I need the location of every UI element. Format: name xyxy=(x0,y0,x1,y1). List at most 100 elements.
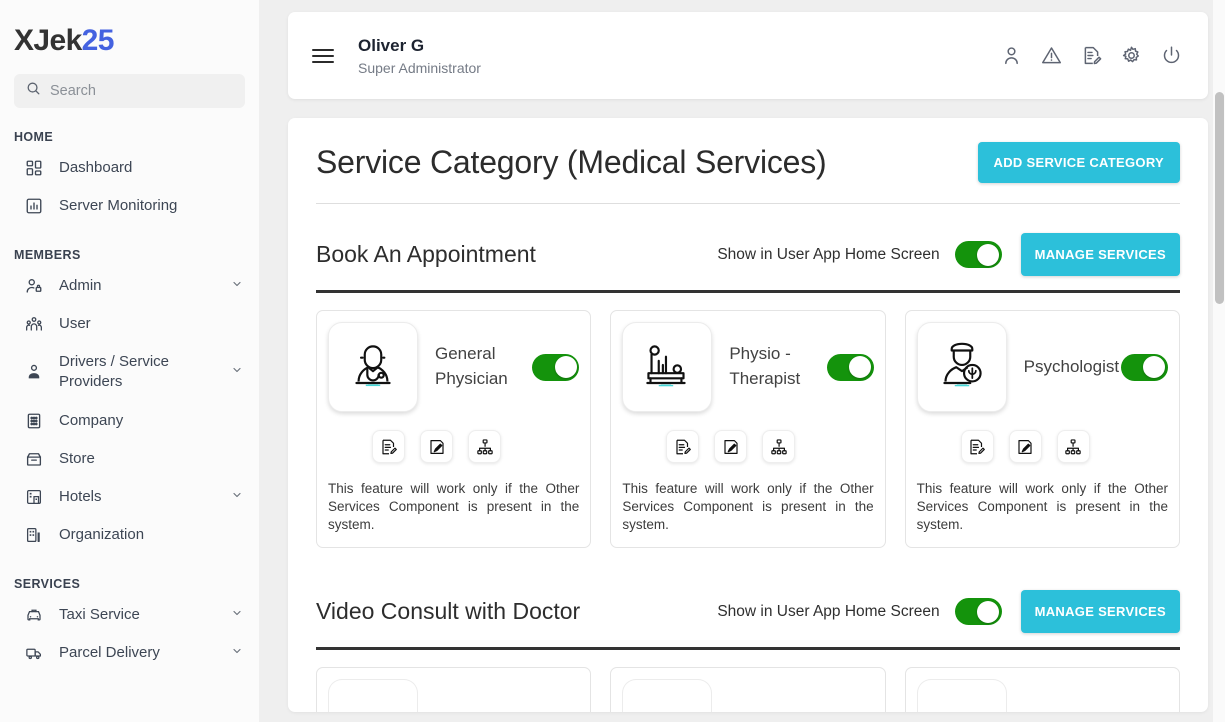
search-container xyxy=(0,56,259,108)
sidebar-item-taxi-service[interactable]: Taxi Service xyxy=(0,596,259,634)
service-card-note: This feature will work only if the Other… xyxy=(917,480,1168,534)
sidebar-item-label: Parcel Delivery xyxy=(59,643,216,663)
sidebar-item-store[interactable]: Store xyxy=(0,440,259,478)
add-service-category-button[interactable]: ADD SERVICE CATEGORY xyxy=(978,142,1180,183)
section-title: Book An Appointment xyxy=(316,241,536,268)
service-card[interactable]: General Physician xyxy=(316,310,591,548)
parcel-truck-icon xyxy=(24,644,44,662)
sidebar-item-dashboard[interactable]: Dashboard xyxy=(0,149,259,187)
document-list-edit-icon[interactable] xyxy=(372,430,405,463)
psychologist-psi-icon xyxy=(917,322,1007,412)
chevron-down-icon[interactable] xyxy=(231,487,243,507)
main-content: Oliver G Super Administrator xyxy=(259,0,1225,722)
service-card-header: Psychologist xyxy=(917,322,1168,412)
search-input[interactable] xyxy=(50,83,233,99)
dashboard-grid-icon xyxy=(24,159,44,177)
manage-services-button[interactable]: MANAGE SERVICES xyxy=(1021,233,1180,276)
show-in-home-screen-toggle[interactable] xyxy=(955,241,1002,268)
service-card[interactable] xyxy=(316,667,591,712)
store-shop-icon xyxy=(24,450,44,468)
driver-person-icon xyxy=(24,363,44,381)
service-card-toggle[interactable] xyxy=(1121,354,1168,381)
hotel-building-icon xyxy=(24,488,44,506)
show-in-home-screen-toggle[interactable] xyxy=(955,598,1002,625)
users-group-icon xyxy=(24,315,44,333)
service-card[interactable]: Psychologist xyxy=(905,310,1180,548)
service-card-note: This feature will work only if the Other… xyxy=(622,480,873,534)
section-divider xyxy=(316,290,1180,293)
hierarchy-sitemap-icon[interactable] xyxy=(762,430,795,463)
page-header: Service Category (Medical Services) ADD … xyxy=(316,142,1180,183)
service-card-header: General Physician xyxy=(328,322,579,412)
chevron-down-icon[interactable] xyxy=(231,362,243,382)
doctor-stethoscope-icon xyxy=(328,322,418,412)
sidebar-item-label: Company xyxy=(59,411,243,431)
alert-warning-icon[interactable] xyxy=(1041,45,1062,66)
toggle-knob xyxy=(555,356,577,378)
show-in-home-screen-label: Show in User App Home Screen xyxy=(717,246,939,264)
toggle-knob xyxy=(977,601,999,623)
nav-group-label-members: MEMBERS xyxy=(0,226,259,267)
file-pen-edit-icon[interactable] xyxy=(420,430,453,463)
hamburger-menu-icon[interactable] xyxy=(312,45,334,67)
topbar-actions xyxy=(1001,45,1182,66)
organization-building-icon xyxy=(24,526,44,544)
manage-services-button[interactable]: MANAGE SERVICES xyxy=(1021,590,1180,633)
taxi-car-icon xyxy=(24,606,44,624)
show-in-home-screen-label: Show in User App Home Screen xyxy=(717,603,939,621)
file-pen-edit-icon[interactable] xyxy=(714,430,747,463)
bar-chart-icon xyxy=(24,197,44,215)
app-logo[interactable]: XJek25 xyxy=(0,0,259,56)
admin-user-lock-icon xyxy=(24,277,44,295)
profile-icon[interactable] xyxy=(1001,45,1022,66)
logo-primary-text: XJek xyxy=(14,24,82,57)
sidebar: XJek25 HOME Dashboard xyxy=(0,0,259,722)
section-title: Video Consult with Doctor xyxy=(316,598,580,625)
chevron-down-icon[interactable] xyxy=(231,605,243,625)
service-card[interactable] xyxy=(905,667,1180,712)
settings-gear-icon[interactable] xyxy=(1121,45,1142,66)
sidebar-item-drivers-service-providers[interactable]: Drivers / Service Providers xyxy=(0,343,259,402)
sidebar-item-parcel-delivery[interactable]: Parcel Delivery xyxy=(0,634,259,672)
sidebar-item-user[interactable]: User xyxy=(0,305,259,343)
sidebar-item-label: Dashboard xyxy=(59,158,243,178)
service-card[interactable] xyxy=(610,667,885,712)
hierarchy-sitemap-icon[interactable] xyxy=(468,430,501,463)
sidebar-item-label: Admin xyxy=(59,276,216,296)
nav-group-label-services: SERVICES xyxy=(0,555,259,596)
service-card-toggle[interactable] xyxy=(532,354,579,381)
service-card-thumbnail xyxy=(917,679,1007,712)
service-card-thumbnail xyxy=(622,679,712,712)
sidebar-item-hotels[interactable]: Hotels xyxy=(0,478,259,516)
service-card-note: This feature will work only if the Other… xyxy=(328,480,579,534)
service-card-toggle[interactable] xyxy=(827,354,874,381)
chevron-down-icon[interactable] xyxy=(231,643,243,663)
sidebar-item-company[interactable]: Company xyxy=(0,402,259,440)
power-logout-icon[interactable] xyxy=(1161,45,1182,66)
page-scrollbar-thumb[interactable] xyxy=(1215,92,1224,304)
sidebar-item-label: Server Monitoring xyxy=(59,196,243,216)
physiotherapy-bed-icon xyxy=(622,322,712,412)
sidebar-item-label: Taxi Service xyxy=(59,605,216,625)
page-scrollbar-track[interactable] xyxy=(1213,0,1225,722)
section-header-book-an-appointment: Book An Appointment Show in User App Hom… xyxy=(316,233,1180,290)
toggle-knob xyxy=(977,244,999,266)
sidebar-item-label: User xyxy=(59,314,243,334)
document-edit-icon[interactable] xyxy=(1081,45,1102,66)
sidebar-item-organization[interactable]: Organization xyxy=(0,516,259,554)
sidebar-item-server-monitoring[interactable]: Server Monitoring xyxy=(0,187,259,225)
search-box[interactable] xyxy=(14,74,245,108)
service-card-thumbnail xyxy=(328,679,418,712)
hierarchy-sitemap-icon[interactable] xyxy=(1057,430,1090,463)
document-list-edit-icon[interactable] xyxy=(961,430,994,463)
search-icon xyxy=(26,81,41,101)
page-title: Service Category (Medical Services) xyxy=(316,144,827,181)
nav-group-label-home: HOME xyxy=(0,108,259,149)
service-card[interactable]: Physio - Therapist xyxy=(610,310,885,548)
sidebar-item-admin[interactable]: Admin xyxy=(0,267,259,305)
document-list-edit-icon[interactable] xyxy=(666,430,699,463)
chevron-down-icon[interactable] xyxy=(231,276,243,296)
title-divider xyxy=(316,203,1180,204)
service-card-title: General Physician xyxy=(418,342,532,391)
file-pen-edit-icon[interactable] xyxy=(1009,430,1042,463)
